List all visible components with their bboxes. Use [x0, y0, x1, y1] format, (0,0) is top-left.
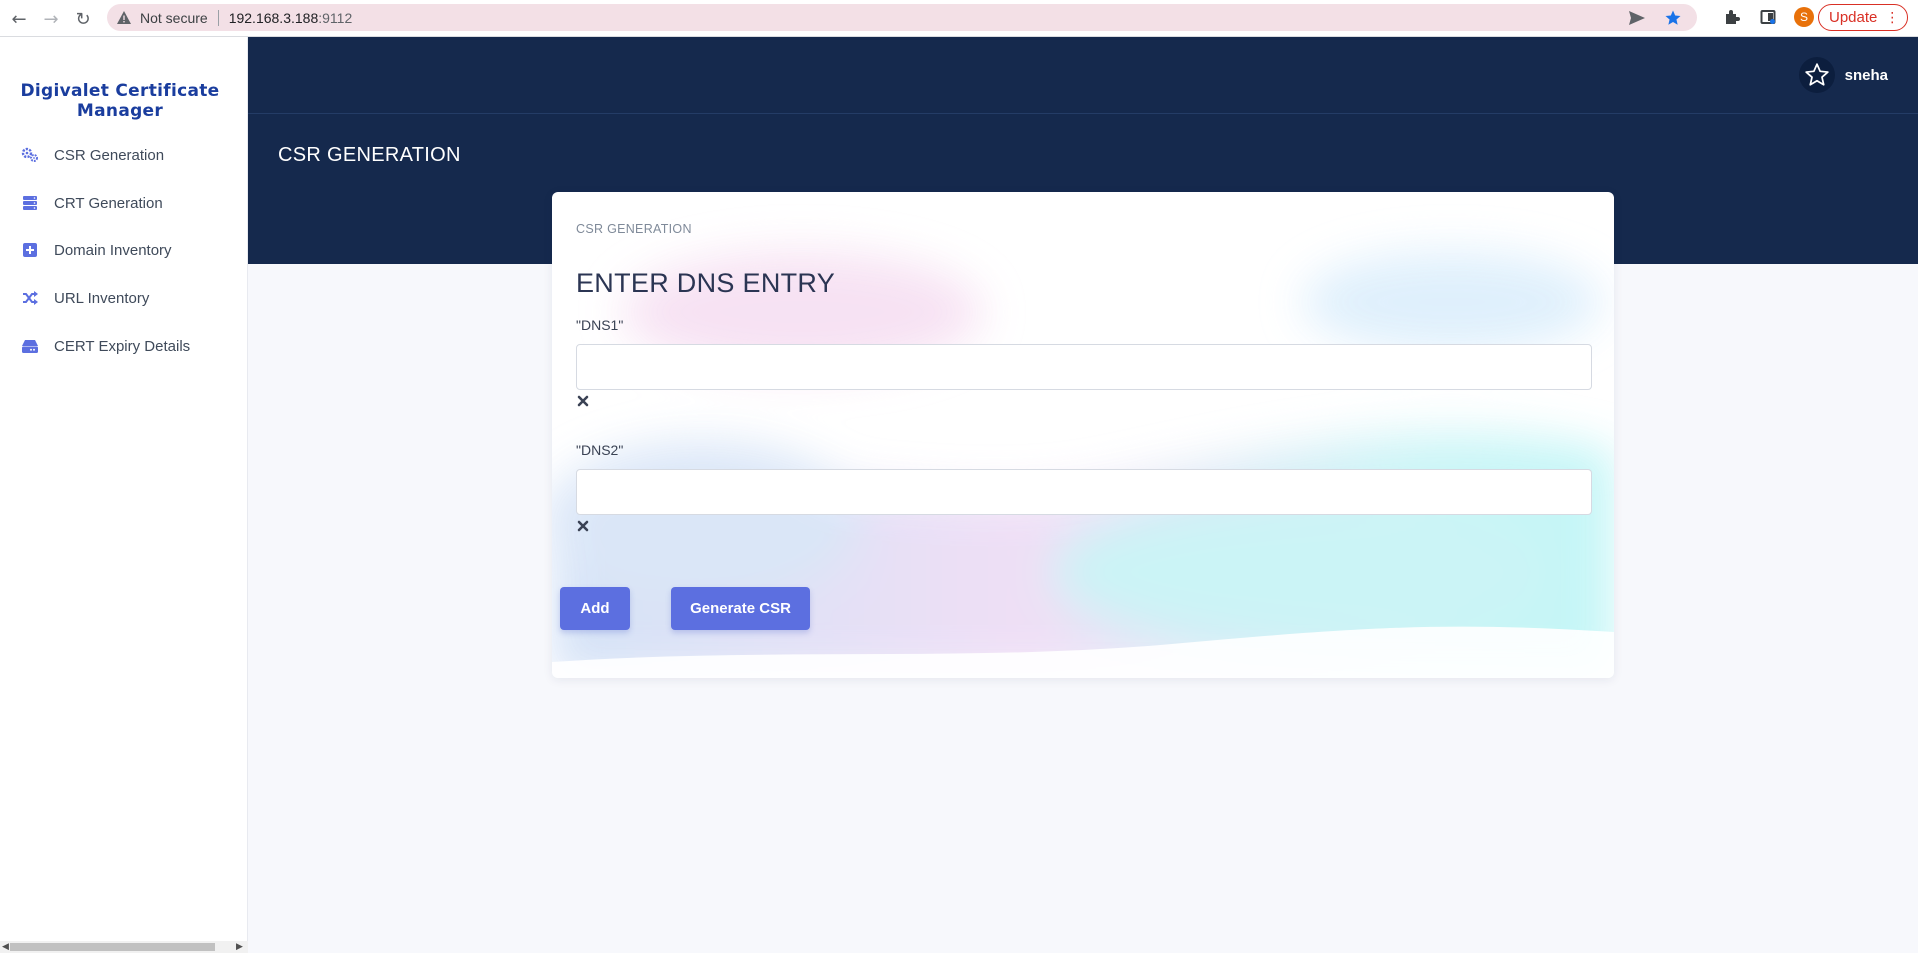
sidebar: Digivalet Certificate Manager CSR Genera… — [0, 37, 248, 953]
extensions-puzzle-icon[interactable] — [1722, 7, 1742, 27]
hdd-icon — [20, 336, 40, 356]
dns1-label: "DNS1" — [576, 317, 624, 333]
server-icon — [20, 193, 40, 213]
sidebar-item-url-inventory[interactable]: URL Inventory — [20, 286, 149, 310]
sidebar-item-label: URL Inventory — [54, 289, 150, 307]
card-subtitle: CSR GENERATION — [576, 222, 692, 236]
sidebar-item-label: CRT Generation — [54, 194, 163, 212]
sidebar-item-csr-generation[interactable]: CSR Generation — [20, 143, 164, 167]
scroll-left-icon[interactable]: ◀ — [2, 941, 9, 953]
reading-list-icon[interactable] — [1758, 7, 1778, 27]
update-label: Update — [1829, 9, 1878, 26]
dns-entry-card: CSR GENERATION ENTER DNS ENTRY "DNS1" "D… — [552, 192, 1614, 678]
dns2-input[interactable] — [576, 469, 1592, 515]
horizontal-scrollbar[interactable]: ◀ ▶ — [0, 941, 248, 953]
brand-line-1: Digivalet Certificate — [20, 81, 220, 101]
top-navbar: sneha — [248, 37, 1918, 114]
card-title: ENTER DNS ENTRY — [576, 268, 836, 298]
cogs-icon — [20, 145, 40, 165]
remove-dns1-icon[interactable] — [576, 394, 590, 408]
warning-icon — [116, 10, 132, 26]
sidebar-item-cert-expiry-details[interactable]: CERT Expiry Details — [20, 334, 190, 358]
add-button[interactable]: Add — [560, 587, 630, 630]
forward-icon[interactable]: → — [40, 8, 62, 30]
plus-square-icon — [20, 240, 40, 260]
user-menu[interactable]: sneha — [1798, 57, 1888, 93]
more-vert-icon: ⋮ — [1885, 9, 1900, 26]
send-icon[interactable] — [1627, 8, 1647, 28]
reload-icon[interactable]: ↻ — [72, 8, 94, 30]
scroll-right-icon[interactable]: ▶ — [236, 941, 243, 953]
user-name: sneha — [1844, 66, 1888, 84]
dns1-input[interactable] — [576, 344, 1592, 390]
shuffle-icon — [20, 288, 40, 308]
brand-logo[interactable]: Digivalet Certificate Manager — [0, 81, 240, 121]
user-star-icon — [1798, 57, 1835, 93]
divider — [217, 9, 219, 26]
sidebar-item-label: Domain Inventory — [54, 241, 172, 259]
page-title: CSR GENERATION — [278, 144, 461, 166]
sidebar-item-label: CSR Generation — [54, 146, 165, 164]
remove-dns2-icon[interactable] — [576, 519, 590, 533]
dns2-label: "DNS2" — [576, 442, 624, 458]
bookmark-star-icon[interactable] — [1663, 8, 1683, 28]
brand-line-2: Manager — [76, 101, 164, 121]
url-host: 192.168.3.188 — [228, 9, 319, 26]
url-port: :9112 — [318, 9, 353, 26]
browser-toolbar: ← → ↻ Not secure 192.168.3.188:9112 S Up… — [0, 0, 1918, 37]
sidebar-item-label: CERT Expiry Details — [54, 337, 191, 355]
address-bar[interactable]: Not secure 192.168.3.188:9112 — [107, 4, 1697, 31]
scrollbar-thumb[interactable] — [10, 943, 215, 951]
sidebar-item-domain-inventory[interactable]: Domain Inventory — [20, 238, 172, 262]
security-label: Not secure — [140, 9, 208, 26]
sidebar-item-crt-generation[interactable]: CRT Generation — [20, 191, 163, 215]
update-button[interactable]: Update ⋮ — [1818, 4, 1909, 31]
profile-avatar[interactable]: S — [1794, 7, 1814, 27]
generate-csr-button[interactable]: Generate CSR — [671, 587, 810, 630]
back-icon[interactable]: ← — [8, 8, 30, 30]
